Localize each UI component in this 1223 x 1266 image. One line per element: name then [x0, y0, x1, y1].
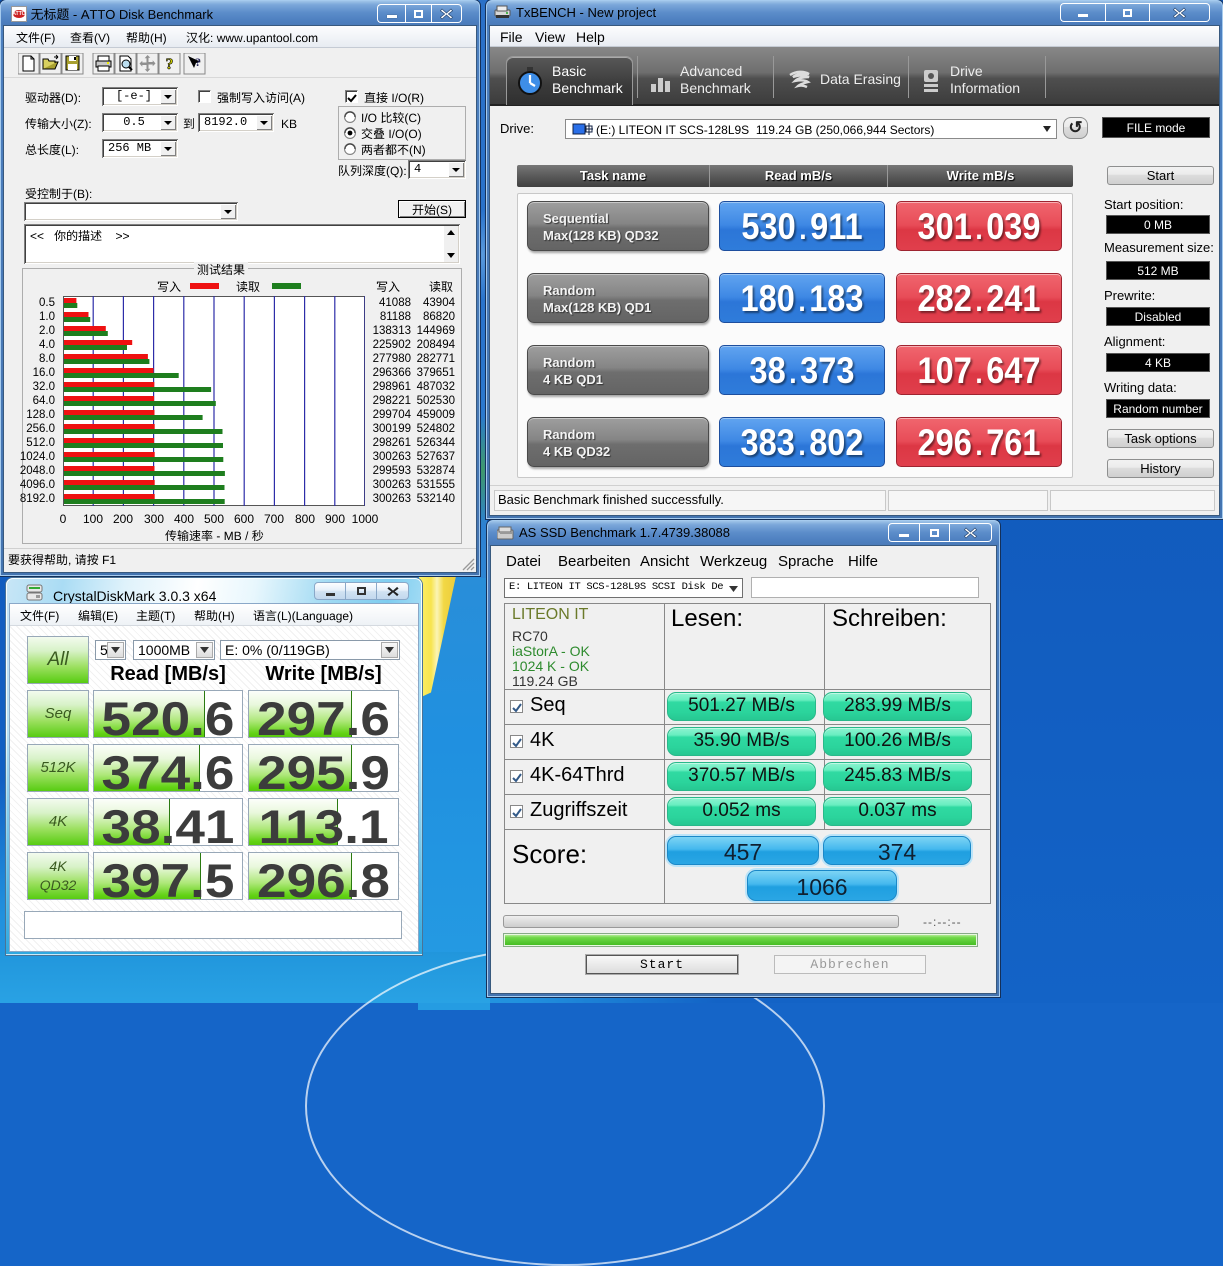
svg-text:?: ? — [195, 55, 201, 69]
svg-text:?: ? — [166, 56, 174, 73]
